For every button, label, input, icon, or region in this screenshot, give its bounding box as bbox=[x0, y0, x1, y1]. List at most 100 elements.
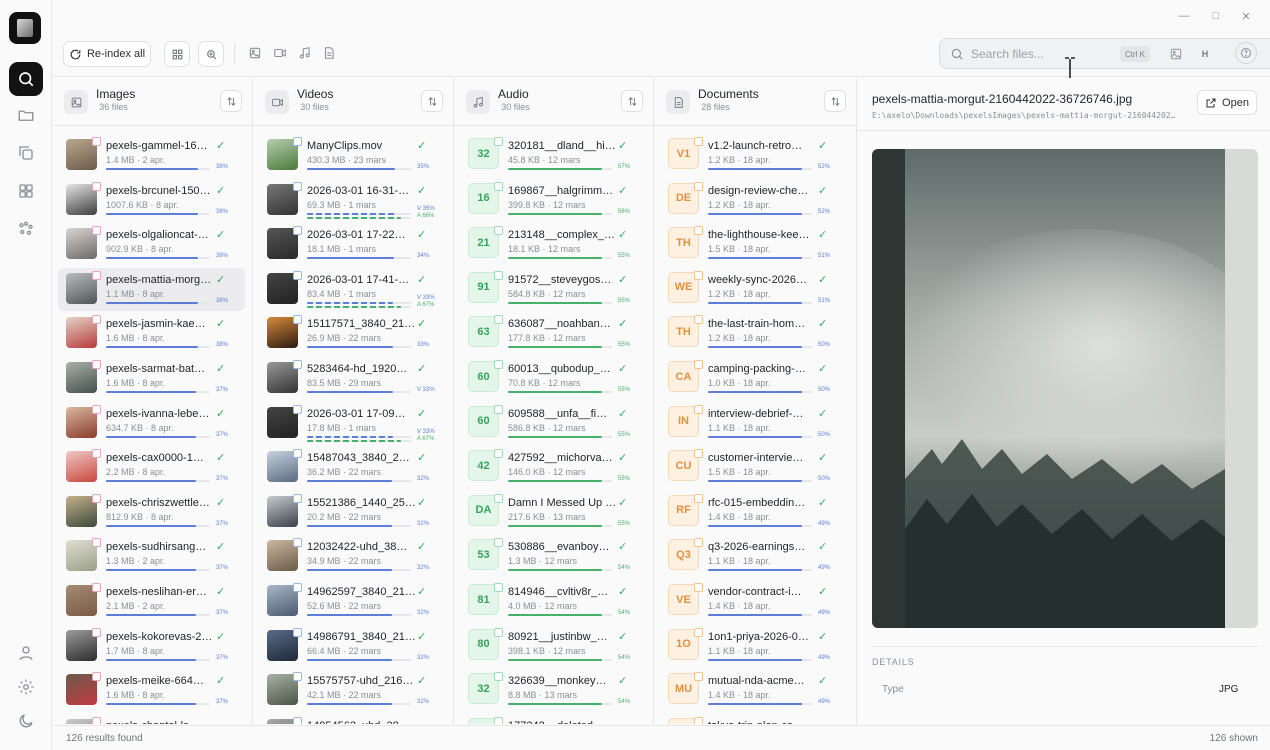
list-item[interactable]: TOtokyo-trip-plan-co… bbox=[660, 714, 849, 724]
list-item[interactable]: DA Damn I Messed Up … ✓ 217.6 KB · 13 mars 5… bbox=[460, 491, 646, 534]
list-item[interactable]: 81 814946__cvltiv8r_… ✓ 4.0 MB · 12 mars 54% bbox=[460, 580, 646, 623]
file-meta: 1.4 KB · 18 apr. bbox=[708, 511, 771, 522]
list-item[interactable]: IN interview-debrief-… ✓ 1.1 KB · 18 apr. 50… bbox=[660, 402, 849, 445]
list-item[interactable]: 17177242__deleted_… bbox=[460, 714, 646, 724]
list-item[interactable]: pexels-brcunel-150… ✓ 1007.6 KB · 8 apr. 38… bbox=[58, 179, 245, 222]
images-sort-button[interactable] bbox=[220, 90, 242, 112]
zoom-button[interactable] bbox=[198, 41, 224, 67]
list-item[interactable]: 32 326639__monkey… ✓ 8.8 MB · 13 mars 54% bbox=[460, 669, 646, 712]
help-button[interactable] bbox=[1235, 42, 1257, 64]
list-item[interactable]: pexels-chriszwettle… ✓ 812.9 KB · 8 apr. 37… bbox=[58, 491, 245, 534]
list-item[interactable]: TH the-last-train-hom… ✓ 1.2 KB · 18 apr. 50… bbox=[660, 312, 849, 355]
list-item[interactable]: 12032422-uhd_38… ✓ 34.9 MB · 22 mars 32% bbox=[259, 535, 446, 578]
index-progress-fill bbox=[708, 212, 802, 215]
list-item[interactable]: CA camping-packing-… ✓ 1.0 KB · 18 apr. 50% bbox=[660, 357, 849, 400]
list-item[interactable]: 5283464-hd_1920… ✓ 83.5 MB · 29 mars V 33% bbox=[259, 357, 446, 400]
index-progress-bar bbox=[708, 301, 812, 304]
progress-percent: 52% bbox=[818, 208, 831, 215]
reindex-all-button[interactable]: Re-index all bbox=[63, 41, 151, 67]
list-item[interactable]: 60 609588__unfa__fi… ✓ 586.8 KB · 12 mars 55… bbox=[460, 402, 646, 445]
file-meta: 1.5 KB · 18 apr. bbox=[708, 467, 771, 478]
list-item[interactable]: 15117571_3840_216… ✓ 26.9 MB · 22 mars 33% bbox=[259, 312, 446, 355]
audio-sort-button[interactable] bbox=[621, 90, 643, 112]
sort-icon bbox=[831, 96, 839, 106]
list-item[interactable]: Q3 q3-2026-earnings… ✓ 1.1 KB · 18 apr. 49% bbox=[660, 535, 849, 578]
list-item[interactable]: 91 91572__steveygos… ✓ 584.8 KB · 12 mars 55… bbox=[460, 268, 646, 311]
image-search-icon[interactable] bbox=[1169, 47, 1183, 61]
file-name: camping-packing-… bbox=[708, 363, 806, 375]
list-item[interactable]: 14986791_3840_21… ✓ 66.4 MB · 22 mars 32% bbox=[259, 625, 446, 668]
list-item[interactable]: 2026-03-01 17-09… ✓ 17.8 MB · 1 mars V 33% A… bbox=[259, 402, 446, 445]
list-item[interactable]: 21 213148__complex_… ✓ 18.1 KB · 12 mars 55% bbox=[460, 223, 646, 266]
index-progress-fill bbox=[307, 257, 395, 260]
search-mode-hint[interactable]: H bbox=[1196, 45, 1214, 63]
list-item[interactable]: V1 v1.2-launch-retro… ✓ 1.2 KB · 18 apr. 52% bbox=[660, 134, 849, 177]
list-item[interactable]: DE design-review-che… ✓ 1.2 KB · 18 apr. 52% bbox=[660, 179, 849, 222]
file-name: pexels-sudhirsang… bbox=[106, 541, 207, 554]
search-placeholder[interactable]: Search files... bbox=[971, 47, 1044, 61]
list-item[interactable]: 15487043_3840_2… ✓ 36.2 MB · 22 mars 32% bbox=[259, 446, 446, 489]
open-button[interactable]: Open bbox=[1197, 90, 1257, 115]
grid-view-button[interactable] bbox=[164, 41, 190, 67]
list-item[interactable]: pexels-gammel-16… ✓ 1.4 MB · 2 apr. 38% bbox=[58, 134, 245, 177]
close-window-button[interactable]: ✕ bbox=[1238, 8, 1254, 24]
list-item[interactable]: ManyClips.mov ✓ 430.3 MB · 23 mars 35% bbox=[259, 134, 446, 177]
grid-nav-button[interactable] bbox=[9, 174, 43, 208]
list-item[interactable]: pexels-ivanna-lebe… ✓ 634.7 KB · 8 apr. 37% bbox=[58, 402, 245, 445]
filter-documents-button[interactable] bbox=[321, 45, 337, 61]
videos-column: Videos 30 files ManyClips.mov ✓ 430.3 MB ·… bbox=[253, 78, 454, 724]
settings-nav-button[interactable] bbox=[9, 670, 43, 704]
file-name: ManyClips.mov bbox=[307, 140, 383, 152]
search-nav-button[interactable] bbox=[9, 62, 43, 96]
account-nav-button[interactable] bbox=[9, 636, 43, 670]
filter-images-button[interactable] bbox=[247, 45, 263, 61]
list-item[interactable]: 42 427592__michorva… ✓ 146.0 KB · 12 mars 55… bbox=[460, 446, 646, 489]
maximize-button[interactable]: □ bbox=[1208, 8, 1224, 24]
list-item[interactable]: pexels-sudhirsang… ✓ 1.3 MB · 2 apr. 37% bbox=[58, 535, 245, 578]
list-item[interactable]: 1O 1on1-priya-2026-0… ✓ 1.1 KB · 18 apr. 49% bbox=[660, 625, 849, 668]
filter-audio-button[interactable] bbox=[297, 45, 313, 61]
list-item[interactable]: pexels-cax0000-1… ✓ 2.2 MB · 8 apr. 37% bbox=[58, 446, 245, 489]
videos-sort-button[interactable] bbox=[421, 90, 443, 112]
list-item[interactable]: MU mutual-nda-acme… ✓ 1.4 KB · 18 apr. 49% bbox=[660, 669, 849, 712]
clusters-nav-button[interactable] bbox=[9, 212, 43, 246]
list-item[interactable]: WE weekly-sync-2026… ✓ 1.2 KB · 18 apr. 51% bbox=[660, 268, 849, 311]
file-meta: 45.8 KB · 12 mars bbox=[508, 155, 581, 165]
documents-sort-button[interactable] bbox=[824, 90, 846, 112]
list-item[interactable]: 15575757-uhd_216… ✓ 42.1 MB · 22 mars 32% bbox=[259, 669, 446, 712]
list-item[interactable]: 15521386_1440_25… ✓ 20.2 MB · 22 mars 32% bbox=[259, 491, 446, 534]
list-item[interactable]: 2026-03-01 17-41-… ✓ 83.4 MB · 1 mars V 33%… bbox=[259, 268, 446, 311]
duplicates-nav-button[interactable] bbox=[9, 136, 43, 170]
list-item[interactable]: 32 320181__dland__hi… ✓ 45.8 KB · 12 mars 57… bbox=[460, 134, 646, 177]
theme-toggle-button[interactable] bbox=[9, 704, 43, 738]
minimize-button[interactable]: — bbox=[1176, 8, 1192, 24]
list-item[interactable]: pexels-kokorevas-2… ✓ 1.7 MB · 8 apr. 37% bbox=[58, 625, 245, 668]
list-item[interactable]: RF rfc-015-embeddin… ✓ 1.4 KB · 18 apr. 49% bbox=[660, 491, 849, 534]
list-item[interactable]: pexels-neslihan-er… ✓ 2.1 MB · 2 apr. 37% bbox=[58, 580, 245, 623]
filter-videos-button[interactable] bbox=[272, 45, 288, 61]
file-meta: 1.6 MB · 8 apr. bbox=[106, 690, 166, 701]
list-item[interactable]: pexels-mattia-morg… ✓ 1.1 MB · 8 apr. 38% bbox=[58, 267, 245, 311]
list-item[interactable]: pexels-sarmat-bat… ✓ 1.6 MB · 8 apr. 37% bbox=[58, 357, 245, 400]
check-icon: ✓ bbox=[818, 229, 828, 242]
list-item[interactable]: 14962597_3840_21… ✓ 52.6 MB · 22 mars 32% bbox=[259, 580, 446, 623]
list-item[interactable]: 53 530886__evanboy… ✓ 1.3 MB · 12 mars 54% bbox=[460, 535, 646, 578]
list-item[interactable]: 80 80921__justinbw_… ✓ 398.1 KB · 12 mars 54… bbox=[460, 625, 646, 668]
list-item[interactable]: pexels-olgalioncat-… ✓ 902.9 KB · 8 apr. 38… bbox=[58, 223, 245, 266]
type-badge-icon bbox=[694, 627, 703, 637]
list-item[interactable]: pexels-meike-664… ✓ 1.6 MB · 8 apr. 37% bbox=[58, 669, 245, 712]
list-item[interactable]: 2026-03-01 16-31-… ✓ 69.3 MB · 1 mars V 35%… bbox=[259, 179, 446, 222]
search-box[interactable]: Search files... Ctrl K H bbox=[939, 38, 1270, 69]
list-item[interactable]: TH the-lighthouse-kee… ✓ 1.5 KB · 18 apr. 51… bbox=[660, 223, 849, 266]
list-item[interactable]: 2026-03-01 17-22… ✓ 18.1 MB · 1 mars 34% bbox=[259, 223, 446, 266]
list-item[interactable]: pexels-jasmin-kae… ✓ 1.6 MB · 8 apr. 38% bbox=[58, 312, 245, 355]
list-item[interactable]: VE vendor-contract-i… ✓ 1.4 KB · 18 apr. 49% bbox=[660, 580, 849, 623]
list-item[interactable]: pexels-chantal-la… bbox=[58, 714, 245, 724]
folders-nav-button[interactable] bbox=[9, 98, 43, 132]
list-item[interactable]: 60 60013__qubodup_… ✓ 70.8 KB · 12 mars 55% bbox=[460, 357, 646, 400]
list-item[interactable]: 16 169867__halgrimm… ✓ 399.8 KB · 12 mars 56… bbox=[460, 179, 646, 222]
list-item[interactable]: CU customer-intervie… ✓ 1.5 KB · 18 apr. 50% bbox=[660, 446, 849, 489]
index-progress-fill bbox=[307, 480, 393, 483]
list-item[interactable]: 63 636087__noahban… ✓ 177.8 KB · 12 mars 55% bbox=[460, 312, 646, 355]
list-item[interactable]: 14954562_uhd_38… bbox=[259, 714, 446, 724]
